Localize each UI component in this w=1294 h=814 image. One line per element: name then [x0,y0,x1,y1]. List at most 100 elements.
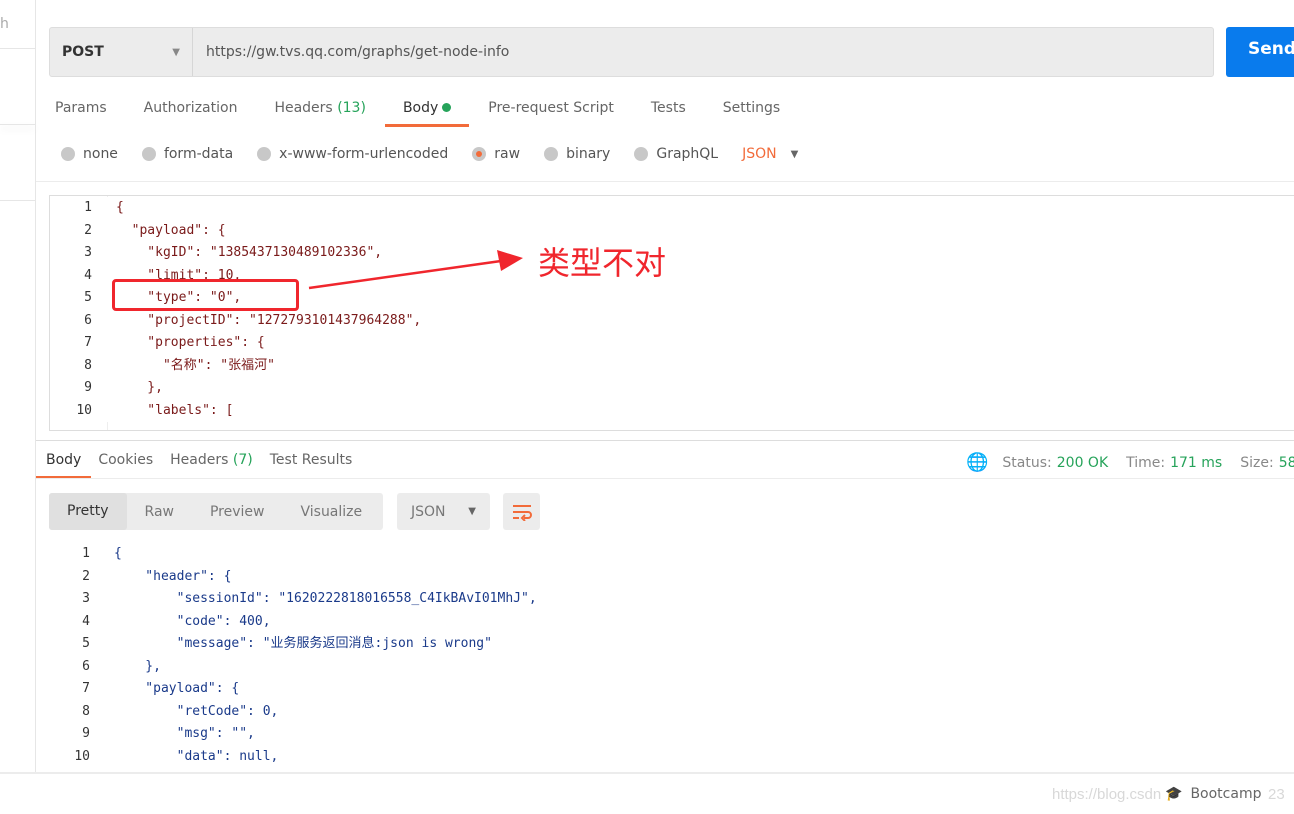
status-dot-icon [442,103,452,112]
chevron-down-icon: ▼ [790,148,799,160]
radio-form-data[interactable]: form-data [141,146,233,162]
code-line: 3 "sessionId": "1620222818016558_C4IkBAv… [49,588,1294,611]
line-number: 8 [84,357,92,373]
tab-label: Params [55,100,107,116]
url-input[interactable]: https://gw.tvs.qq.com/graphs/get-node-in… [193,44,509,60]
code-lines: 1{2 "payload": {3 "kgID": "1385437130489… [50,197,422,422]
request-body-editor[interactable]: 1{2 "payload": {3 "kgID": "1385437130489… [49,195,1294,431]
line-number: 6 [82,658,90,674]
headers-count: (13) [337,100,366,116]
code-line: 10 "labels": [ [50,399,421,422]
radio-label: raw [494,146,521,162]
tab-response-body[interactable]: Body [35,452,92,479]
code-line: 7 "properties": { [50,332,421,355]
radio-icon [257,147,272,161]
code-line: 8 "retCode": 0, [49,700,1294,723]
bootcamp-label: Bootcamp [1190,786,1262,802]
code-text: { [92,197,124,220]
line-number: 10 [76,402,92,418]
tab-label: Headers [274,100,333,116]
annotation-text: 类型不对 [538,244,667,282]
body-type-radios: none form-data x-www-form-urlencoded raw… [61,146,822,162]
line-number: 1 [84,200,92,215]
response-tabs: Body Cookies Headers (7) Test Results [35,452,369,479]
request-tabs: Params Authorization Headers (13) Body P… [55,100,817,127]
tab-pre-request-script[interactable]: Pre-request Script [488,100,614,125]
view-pretty-button[interactable]: Pretty [49,493,127,530]
format-label: JSON [411,503,446,520]
tab-headers[interactable]: Headers (13) [274,100,365,125]
code-text: "limit": 10, [92,264,242,287]
radio-none[interactable]: none [61,146,118,162]
tab-settings[interactable]: Settings [723,100,780,125]
code-text: "msg": "", [90,723,255,746]
format-label: JSON [742,146,777,162]
code-text: "payload": { [92,219,226,242]
code-text: }, [90,655,161,678]
sidebar: h [0,0,36,772]
view-raw-button[interactable]: Raw [127,504,192,520]
view-mode-group: Pretty Raw Preview Visualize [49,493,383,530]
response-format-select[interactable]: JSON ▼ [397,493,490,530]
radio-raw[interactable]: raw [472,146,520,162]
bootcamp-button[interactable]: 🎓 Bootcamp [1165,786,1261,802]
code-text: "payload": { [90,678,240,701]
code-text: "名称": "张福河" [92,354,275,377]
radio-label: GraphQL [656,146,719,162]
tab-label: Pre-request Script [488,100,614,116]
code-text: "code": 400, [90,610,271,633]
response-body-viewer[interactable]: 1{2 "header": {3 "sessionId": "162022281… [49,543,1294,763]
code-line: 1{ [49,543,1294,566]
line-number: 7 [82,681,90,696]
code-line: 9 "msg": "", [49,723,1294,746]
time-label: Time: [1126,454,1166,471]
globe-lock-icon[interactable]: 🌐 [966,452,988,473]
radio-label: none [83,146,118,162]
watermark: https://blog.csdn [1052,786,1162,803]
tab-label: Body [46,452,82,468]
radio-icon [634,147,649,161]
method-label: POST [62,44,104,60]
response-status: 🌐 Status:200 OK Time:171 ms Size:582 B [966,452,1294,473]
radio-icon [61,147,75,161]
line-number: 1 [82,546,90,561]
tab-body[interactable]: Body [384,100,470,127]
code-text: }, [92,377,163,400]
divider [36,181,1294,182]
line-number: 6 [84,312,92,328]
view-preview-button[interactable]: Preview [192,504,283,520]
code-text: "data": null, [90,745,279,763]
wrap-lines-button[interactable] [503,493,540,530]
headers-count: (7) [232,452,253,468]
line-number: 3 [84,245,92,260]
size-value: 582 B [1278,454,1294,471]
tab-tests[interactable]: Tests [651,100,686,125]
radio-graphql[interactable]: GraphQL [634,146,718,162]
line-number: 8 [82,703,90,719]
tab-label: Cookies [98,452,154,468]
code-line: 7 "payload": { [49,678,1294,701]
code-text: "header": { [90,565,232,588]
send-button[interactable]: Send [1226,27,1294,77]
tab-test-results[interactable]: Test Results [270,452,353,479]
radio-urlencoded[interactable]: x-www-form-urlencoded [257,146,448,162]
tab-label: Body [402,100,439,116]
line-number: 2 [84,222,92,238]
tab-label: Headers [170,452,229,468]
tab-authorization[interactable]: Authorization [144,100,238,125]
status-label: Status: [1002,454,1052,471]
line-number: 9 [84,380,92,395]
view-visualize-button[interactable]: Visualize [282,504,380,520]
radio-binary[interactable]: binary [544,146,610,162]
tab-cookies[interactable]: Cookies [98,452,153,479]
chevron-down-icon: ▼ [172,46,180,58]
radio-icon [544,147,559,161]
line-number: 10 [74,748,90,764]
body-format-select[interactable]: JSON ▼ [742,146,798,162]
tab-label: Test Results [269,452,353,468]
divider [36,440,1294,441]
tab-params[interactable]: Params [55,100,107,125]
method-select[interactable]: POST ▼ [50,28,193,76]
tab-response-headers[interactable]: Headers (7) [170,452,253,479]
line-number: 4 [82,613,90,629]
